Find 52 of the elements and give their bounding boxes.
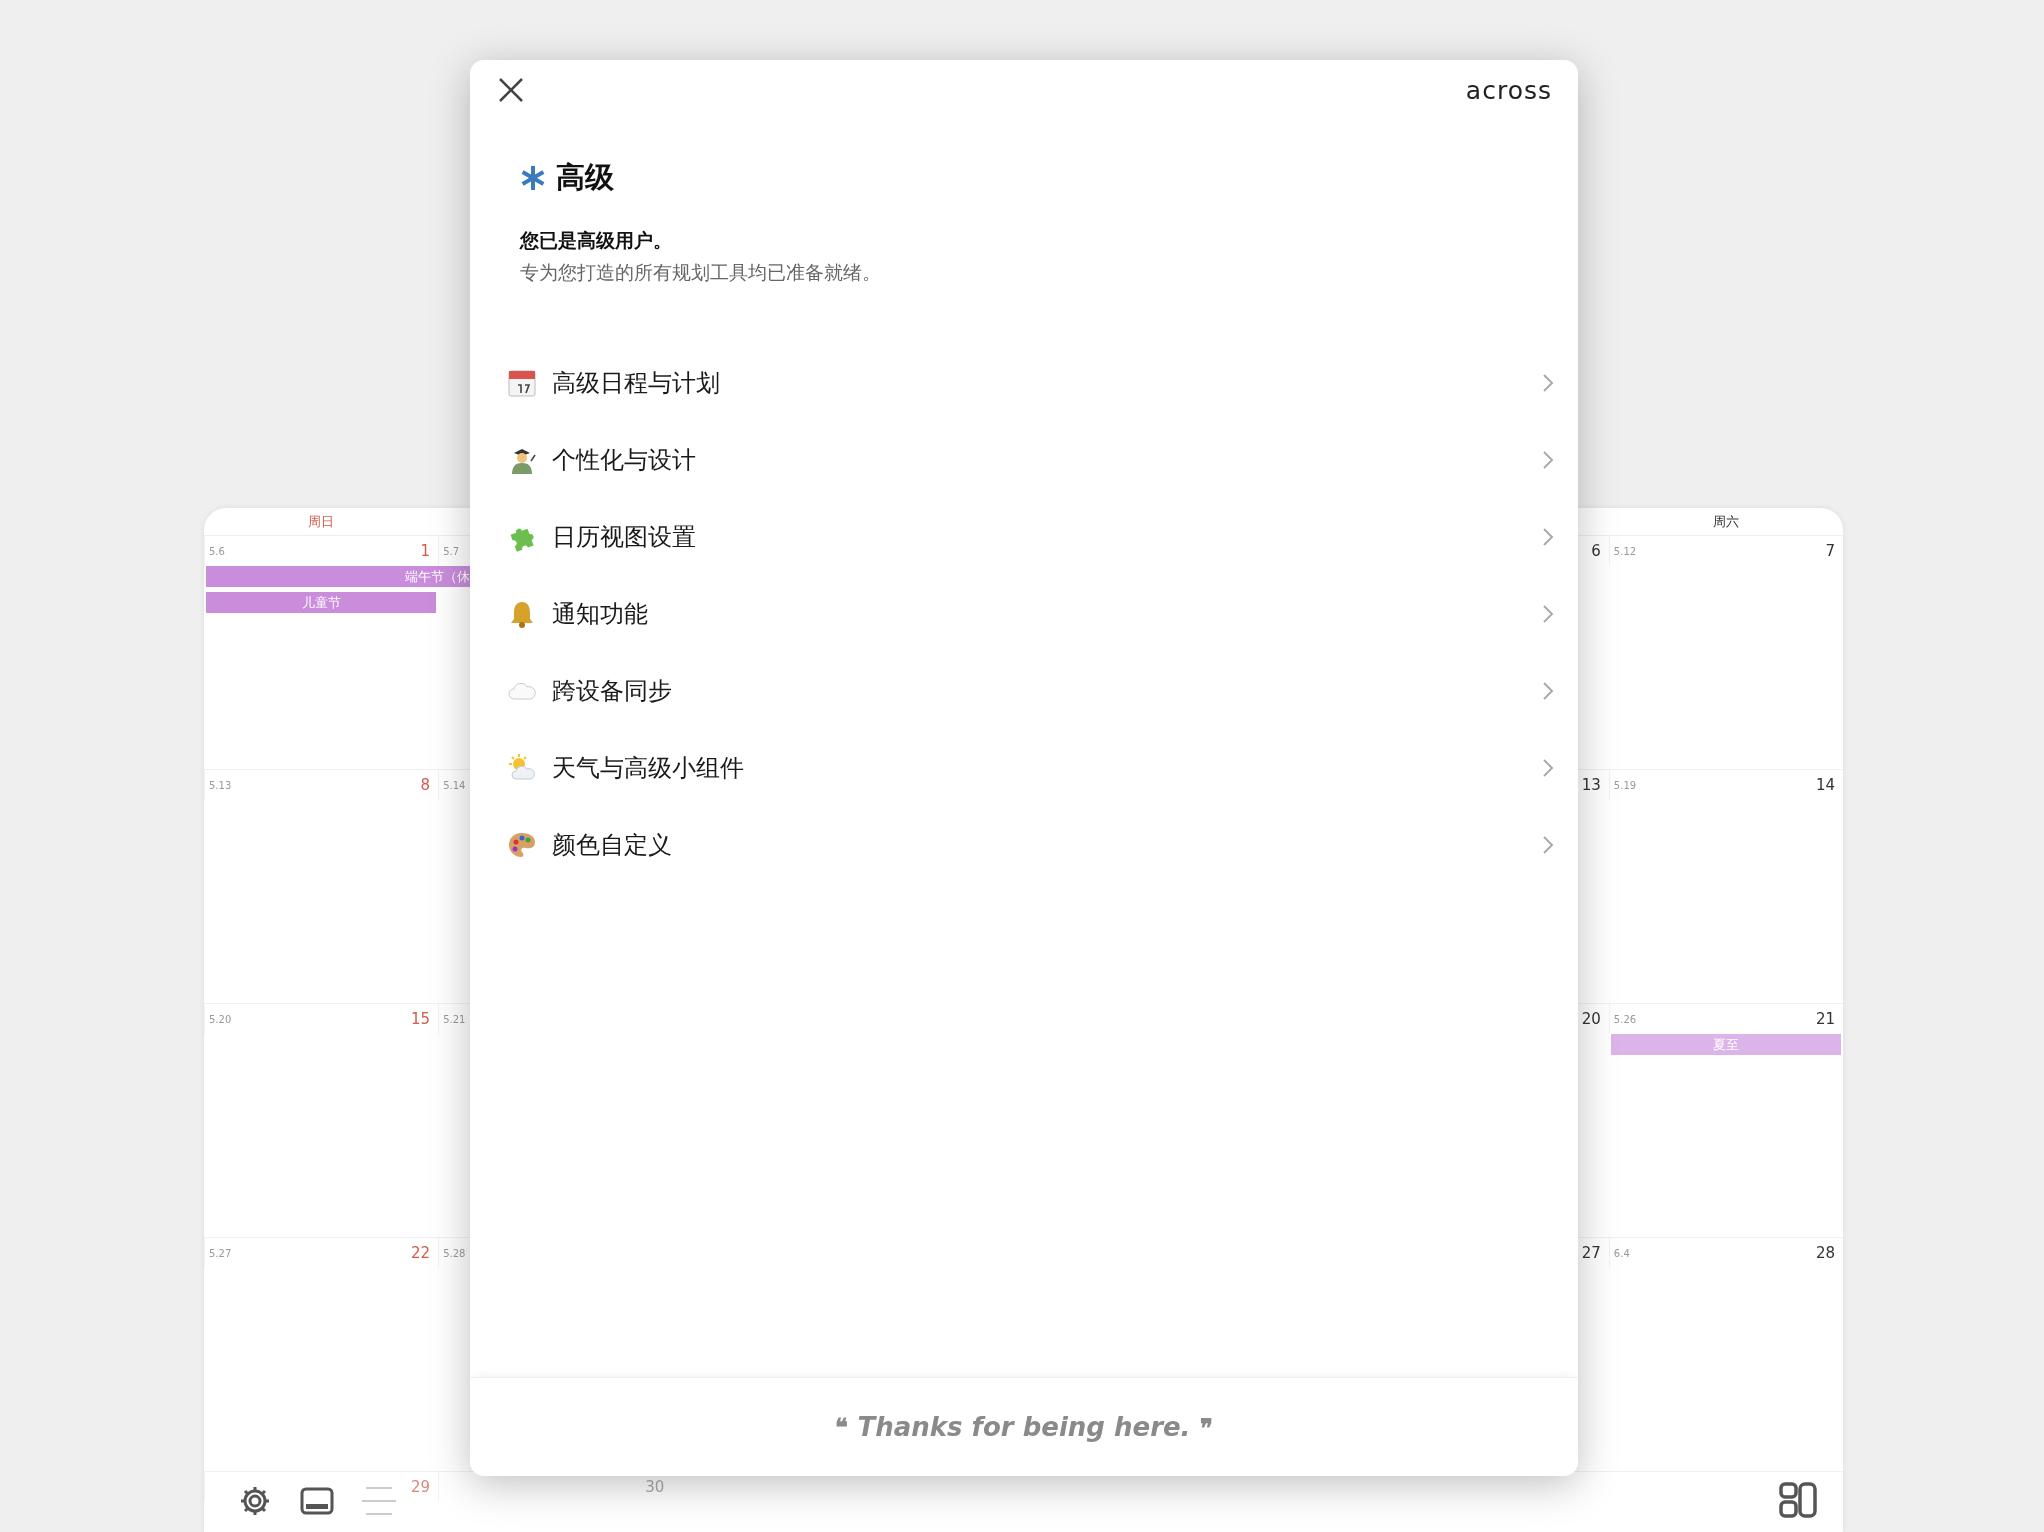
day-number: 22	[411, 1244, 431, 1262]
lunar-date: 5.26	[1613, 1013, 1637, 1025]
chevron-icon	[1542, 680, 1554, 701]
lunar-date: 5.12	[1613, 545, 1637, 557]
weekday-header: 周六	[1712, 512, 1739, 531]
feature-item[interactable]: 天气与高级小组件	[470, 729, 1578, 806]
chevron-icon	[1542, 449, 1554, 470]
day-number: 20	[1581, 1010, 1601, 1028]
status-text: 您已是高级用户。	[520, 228, 673, 253]
chevron-icon	[1542, 526, 1554, 547]
day-number: 13	[1581, 776, 1601, 794]
day-number: 14	[1815, 776, 1835, 794]
settings-icon[interactable]	[238, 1484, 272, 1518]
lunar-date: 5.13	[209, 779, 232, 791]
panel-icon[interactable]	[300, 1487, 334, 1515]
thanks-text: Thanks for being here.	[857, 1412, 1191, 1442]
chevron-icon	[1542, 603, 1554, 624]
feature-item[interactable]: 跨设备同步	[470, 652, 1578, 729]
app-logo: across	[1465, 75, 1552, 105]
lunar-date: 5.19	[1613, 779, 1637, 791]
day-number: 27	[1581, 1244, 1601, 1262]
day-number: 29	[411, 1478, 431, 1496]
modal-title: 高级	[556, 159, 614, 196]
lunar-date: 5.7	[443, 545, 460, 557]
feature-item[interactable]: 颜色自定义	[470, 806, 1578, 883]
asterisk-icon	[520, 165, 546, 191]
day-number: 28	[1815, 1244, 1835, 1262]
day-number: 6	[1591, 542, 1601, 560]
feature-item[interactable]: 个性化与设计	[470, 421, 1578, 498]
chevron-icon	[1542, 834, 1554, 855]
close-button[interactable]	[498, 77, 524, 103]
chevron-icon	[1542, 757, 1554, 778]
layout-icon[interactable]	[1779, 1482, 1817, 1518]
day-number: 1	[420, 542, 431, 560]
lunar-date: 6.4	[1613, 1247, 1630, 1259]
lunar-date: 5.28	[443, 1247, 466, 1259]
chevron-icon	[1542, 372, 1554, 393]
lunar-date: 5.14	[443, 779, 466, 791]
day-number: 8	[420, 776, 431, 794]
lunar-date: 5.21	[443, 1013, 466, 1025]
day-number: 30	[645, 1478, 665, 1496]
quote-mark: ❝	[834, 1412, 848, 1442]
weekday-header: 周日	[308, 512, 335, 531]
quote-mark: ❞	[1200, 1412, 1214, 1442]
day-number: 7	[1825, 542, 1835, 560]
lunar-date: 5.27	[209, 1247, 232, 1259]
day-number: 21	[1815, 1010, 1835, 1028]
subtitle-text: 专为您打造的所有规划工具均已准备就绪。	[520, 260, 882, 285]
day-number: 15	[411, 1010, 431, 1028]
feature-item[interactable]: 高级日程与计划	[470, 344, 1578, 421]
lunar-date: 5.6	[209, 545, 225, 557]
lunar-date: 5.20	[209, 1013, 232, 1025]
